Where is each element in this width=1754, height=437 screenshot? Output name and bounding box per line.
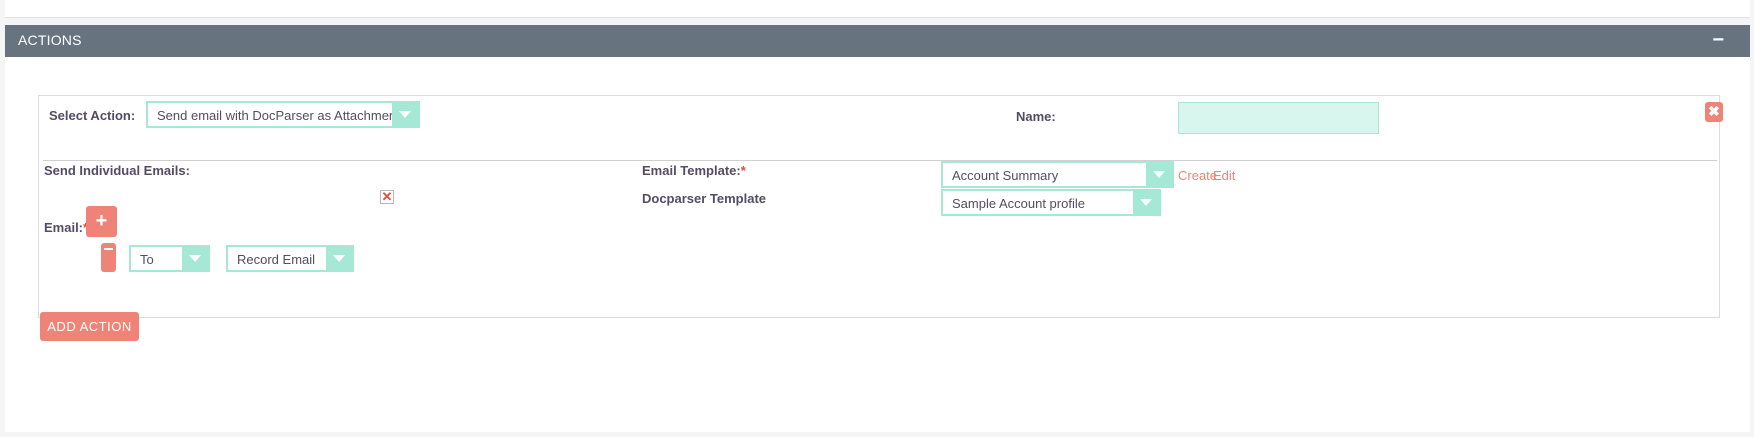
email-label-text: Email: (44, 220, 84, 235)
recipient-type-dropdown[interactable]: To (129, 245, 210, 272)
email-template-value: Account Summary (952, 168, 1059, 183)
edit-template-link[interactable]: Edit (1213, 168, 1235, 183)
send-individual-emails-label: Send Individual Emails: (44, 163, 190, 178)
add-action-button[interactable]: ADD ACTION (40, 312, 139, 341)
recipient-source-dropdown[interactable]: Record Email (226, 245, 354, 272)
email-template-label: Email Template:* (642, 163, 746, 178)
name-input[interactable] (1178, 102, 1379, 134)
select-action-label: Select Action: (49, 108, 136, 123)
name-label: Name: (1016, 109, 1056, 124)
required-marker: * (740, 163, 746, 178)
create-template-link[interactable]: Create (1178, 168, 1217, 183)
chevron-down-icon (326, 247, 352, 270)
chevron-down-icon (1146, 163, 1172, 186)
add-email-plus-icon[interactable]: + (86, 206, 117, 237)
recipient-type-value: To (140, 252, 154, 267)
chevron-down-icon (1133, 191, 1159, 214)
email-template-label-text: Email Template: (642, 163, 741, 178)
top-panel-strip (5, 0, 1750, 18)
select-action-value: Send email with DocParser as Attachment (157, 108, 400, 123)
email-template-dropdown[interactable]: Account Summary (941, 161, 1174, 188)
docparser-template-value: Sample Account profile (952, 196, 1085, 211)
email-label: Email:* (44, 220, 88, 235)
select-action-dropdown[interactable]: Send email with DocParser as Attachment (146, 101, 420, 128)
chevron-down-icon (182, 247, 208, 270)
panel-title: ACTIONS (18, 32, 82, 48)
chevron-down-icon (392, 103, 418, 126)
docparser-template-dropdown[interactable]: Sample Account profile (941, 189, 1161, 216)
actions-panel-header[interactable]: ACTIONS − (5, 25, 1750, 57)
recipient-source-value: Record Email (237, 252, 316, 267)
send-individual-emails-checkbox[interactable]: ✕ (380, 190, 394, 204)
divider (43, 160, 1717, 161)
remove-email-minus-icon[interactable] (101, 243, 116, 272)
action-item: Select Action: Send email with DocParser… (38, 95, 1723, 318)
remove-action-close-icon[interactable]: ✖ (1705, 102, 1723, 122)
actions-panel-body: Select Action: Send email with DocParser… (5, 57, 1750, 432)
collapse-minus-icon[interactable]: − (1712, 30, 1724, 50)
docparser-template-label: Docparser Template (642, 191, 767, 206)
